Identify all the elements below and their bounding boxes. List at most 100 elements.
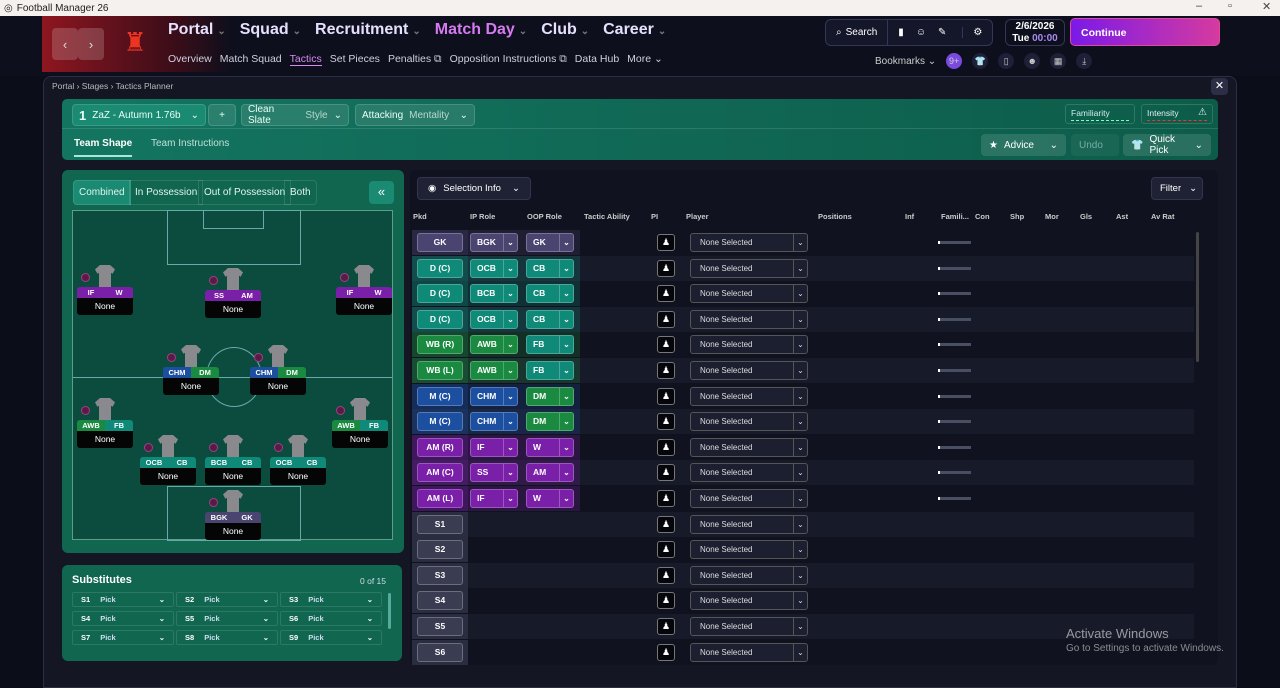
column-header[interactable]: Ast xyxy=(1116,212,1128,221)
column-header[interactable]: Mor xyxy=(1045,212,1059,221)
player-instructions-icon[interactable]: ♟ xyxy=(657,541,675,559)
ip-role-select[interactable]: BCB ⌄ xyxy=(470,284,518,304)
player-select[interactable]: None Selected ⌄ xyxy=(690,258,808,278)
tactic-select[interactable]: 1 ZaZ - Autumn 1.76b ⌄ xyxy=(72,104,206,126)
ip-role-select[interactable]: BGK ⌄ xyxy=(470,233,518,252)
calendar-icon[interactable]: ▦ xyxy=(1050,53,1067,69)
column-header[interactable]: Positions xyxy=(818,212,852,221)
tab-both[interactable]: Both xyxy=(284,180,317,205)
tab-team-instructions[interactable]: Team Instructions xyxy=(151,138,229,149)
forward-button[interactable]: › xyxy=(78,28,104,60)
sub-slot-s1[interactable]: S1 Pick ⌄ xyxy=(72,592,174,607)
download-icon[interactable]: ⤓ xyxy=(1076,53,1093,69)
player-instructions-icon[interactable]: ♟ xyxy=(657,336,675,354)
familiarity-meter[interactable]: Familiarity xyxy=(1065,104,1135,124)
player-select[interactable]: None Selected ⌄ xyxy=(690,540,808,560)
nav-squad[interactable]: Squad ⌄ xyxy=(240,21,301,39)
close-panel-button[interactable]: ✕ xyxy=(1211,78,1228,95)
position-button[interactable]: D (C) xyxy=(417,284,463,304)
advice-button[interactable]: ★ Advice ⌄ xyxy=(981,134,1066,156)
player-select[interactable]: None Selected ⌄ xyxy=(690,617,808,636)
player-instructions-icon[interactable]: ♟ xyxy=(657,592,675,610)
player-instructions-icon[interactable]: ♟ xyxy=(657,285,675,303)
ip-role-select[interactable]: IF ⌄ xyxy=(470,489,518,508)
oop-role-select[interactable]: GK ⌄ xyxy=(526,233,574,252)
bookmarks-dropdown[interactable]: Bookmarks ⌄ xyxy=(875,56,936,67)
subnav-more[interactable]: More ⌄ xyxy=(627,53,663,66)
player-select[interactable]: None Selected ⌄ xyxy=(690,284,808,304)
breadcrumb-stages[interactable]: Stages xyxy=(82,81,108,91)
nav-career[interactable]: Career ⌄ xyxy=(603,21,666,39)
player-select[interactable]: None Selected ⌄ xyxy=(690,463,808,483)
nav-recruitment[interactable]: Recruitment ⌄ xyxy=(315,21,421,39)
player-select[interactable]: None Selected ⌄ xyxy=(690,233,808,252)
staff-icon[interactable]: ☻ xyxy=(1024,53,1041,69)
subnav-tactics[interactable]: Tactics xyxy=(289,53,322,66)
player-select[interactable]: None Selected ⌄ xyxy=(690,386,808,406)
ip-role-select[interactable]: CHM ⌄ xyxy=(470,412,518,432)
oop-role-select[interactable]: CB ⌄ xyxy=(526,284,574,304)
player-card[interactable]: IF W None xyxy=(77,265,133,315)
add-tactic-button[interactable]: + xyxy=(208,104,236,126)
oop-role-select[interactable]: W ⌄ xyxy=(526,437,574,457)
position-button[interactable]: AM (R) xyxy=(417,437,463,457)
head-icon[interactable]: ☺ xyxy=(916,27,926,38)
oop-role-select[interactable]: FB ⌄ xyxy=(526,335,574,355)
tab-in-possession[interactable]: In Possession xyxy=(129,180,204,205)
player-card[interactable]: CHM DM None xyxy=(163,345,219,395)
ip-role-select[interactable]: OCB ⌄ xyxy=(470,258,518,278)
player-card[interactable]: CHM DM None xyxy=(250,345,306,395)
search-button[interactable]: ⌕ Search xyxy=(826,20,889,45)
quick-pick-button[interactable]: 👕 Quick Pick ⌄ xyxy=(1123,134,1211,156)
column-header[interactable]: Gls xyxy=(1080,212,1092,221)
subnav-set-pieces[interactable]: Set Pieces xyxy=(330,53,380,66)
ip-role-select[interactable]: SS ⌄ xyxy=(470,463,518,483)
position-button[interactable]: AM (L) xyxy=(417,489,463,508)
bookmark-icon[interactable]: ▮ xyxy=(898,27,904,38)
player-card[interactable]: BGK GK None xyxy=(205,490,261,540)
ip-role-select[interactable]: IF ⌄ xyxy=(470,437,518,457)
player-card[interactable]: BCB CB None xyxy=(205,435,261,485)
minimize-button[interactable]: – xyxy=(1196,0,1202,12)
column-header[interactable]: Con xyxy=(975,212,990,221)
oop-role-select[interactable]: W ⌄ xyxy=(526,489,574,508)
close-window-button[interactable]: ✕ xyxy=(1262,0,1271,13)
player-select[interactable]: None Selected ⌄ xyxy=(690,437,808,457)
player-instructions-icon[interactable]: ♟ xyxy=(657,387,675,405)
tab-out-of-possession[interactable]: Out of Possession xyxy=(198,180,292,205)
player-instructions-icon[interactable]: ♟ xyxy=(657,618,675,635)
player-instructions-icon[interactable]: ♟ xyxy=(657,566,675,584)
column-header[interactable]: OOP Role xyxy=(527,212,562,221)
column-header[interactable]: Av Rat xyxy=(1151,212,1174,221)
player-instructions-icon[interactable]: ♟ xyxy=(657,515,675,533)
oop-role-select[interactable]: DM ⌄ xyxy=(526,412,574,432)
sub-slot-s4[interactable]: S4 Pick ⌄ xyxy=(72,611,174,626)
player-card[interactable]: SS AM None xyxy=(205,268,261,318)
selection-info-dropdown[interactable]: ◉ Selection Info ⌄ xyxy=(417,177,531,200)
sub-slot-s6[interactable]: S6 Pick ⌄ xyxy=(280,611,382,626)
column-header[interactable]: Pkd xyxy=(413,212,427,221)
pencil-icon[interactable]: ✎ xyxy=(938,27,946,38)
style-select[interactable]: Clean Slate Style ⌄ xyxy=(241,104,349,126)
column-header[interactable]: PI xyxy=(651,212,658,221)
back-button[interactable]: ‹ xyxy=(52,28,78,60)
sub-slot-s3[interactable]: S3 Pick ⌄ xyxy=(280,592,382,607)
breadcrumb-portal[interactable]: Portal xyxy=(52,81,74,91)
position-button[interactable]: M (C) xyxy=(417,386,463,406)
player-select[interactable]: None Selected ⌄ xyxy=(690,642,808,662)
position-button[interactable]: D (C) xyxy=(417,258,463,278)
player-instructions-icon[interactable]: ♟ xyxy=(657,643,675,661)
scrollbar[interactable] xyxy=(388,593,391,629)
ip-role-select[interactable]: CHM ⌄ xyxy=(470,386,518,406)
oop-role-select[interactable]: CB ⌄ xyxy=(526,309,574,329)
table-scrollbar[interactable] xyxy=(1196,232,1199,362)
position-button[interactable]: S6 xyxy=(417,642,463,662)
position-button[interactable]: S3 xyxy=(417,565,463,585)
settings-gear-icon[interactable]: ⚙ xyxy=(962,27,982,38)
subnav-overview[interactable]: Overview xyxy=(168,53,212,66)
player-card[interactable]: IF W None xyxy=(336,265,392,315)
position-button[interactable]: WB (L) xyxy=(417,361,463,380)
tab-team-shape[interactable]: Team Shape xyxy=(74,138,133,157)
ip-role-select[interactable]: AWB ⌄ xyxy=(470,361,518,380)
sub-slot-s8[interactable]: S8 Pick ⌄ xyxy=(176,630,278,645)
